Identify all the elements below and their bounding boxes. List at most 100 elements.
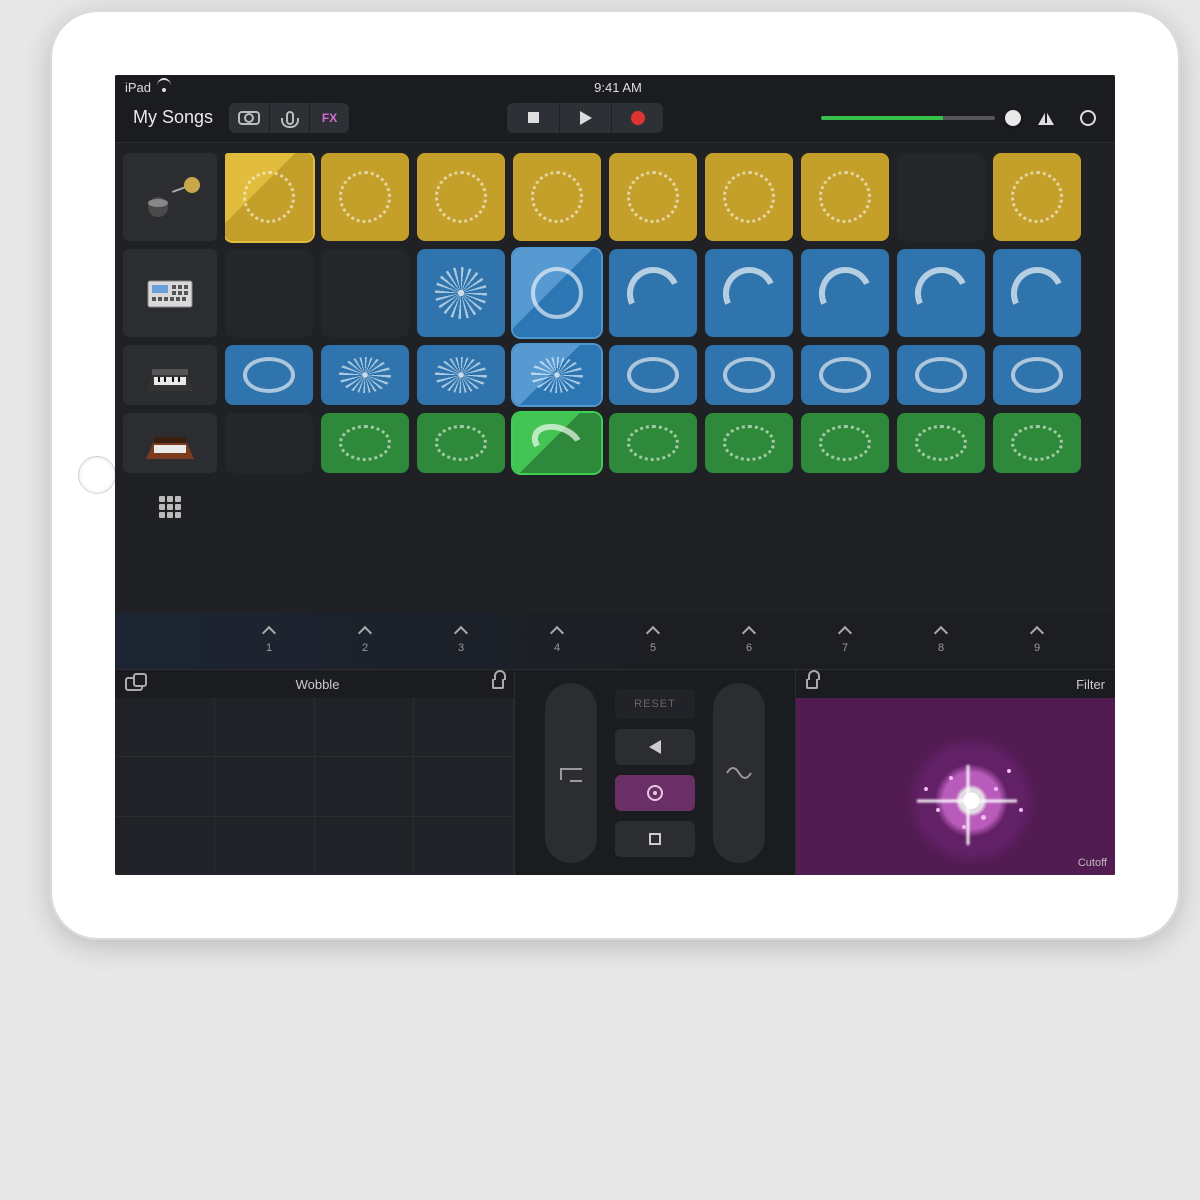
swap-fx-icon[interactable] [125, 677, 143, 691]
volume-knob[interactable] [1005, 110, 1021, 126]
loop-cell[interactable] [897, 249, 985, 337]
fx-right-axis-label: Cutoff [1078, 857, 1107, 869]
loop-cell[interactable] [417, 413, 505, 473]
column-triggers: 12 3 456 7 89 [115, 613, 1115, 669]
loop-cell[interactable] [993, 249, 1081, 337]
column-trigger[interactable]: 9 [993, 613, 1081, 669]
loop-cell[interactable] [225, 345, 313, 405]
loop-cell[interactable] [417, 345, 505, 405]
loop-cell[interactable] [321, 153, 409, 241]
track-header-synth[interactable] [123, 413, 217, 473]
loop-waveform-icon [339, 357, 392, 393]
metronome-button[interactable] [1029, 103, 1063, 133]
loop-waveform-icon [723, 425, 776, 461]
info-button[interactable] [1071, 103, 1105, 133]
loop-cell[interactable] [321, 249, 409, 337]
loop-cell[interactable] [513, 249, 601, 337]
loop-waveform-icon [531, 425, 584, 461]
loop-cell[interactable] [417, 153, 505, 241]
reset-button[interactable]: RESET [615, 689, 695, 719]
trigger-label: 7 [842, 642, 848, 654]
remix-fx-button[interactable] [123, 481, 217, 533]
reverse-button[interactable] [615, 729, 695, 765]
loop-cell[interactable] [993, 345, 1081, 405]
loop-cell[interactable] [609, 153, 697, 241]
loop-waveform-icon [915, 357, 968, 393]
loop-cell[interactable] [321, 413, 409, 473]
loop-cell[interactable] [321, 345, 409, 405]
loop-waveform-icon [627, 267, 680, 320]
fx-left-name: Wobble [296, 677, 340, 692]
loop-waveform-icon [819, 425, 872, 461]
loop-cell[interactable] [801, 345, 889, 405]
stop-fx-button[interactable] [615, 821, 695, 857]
scratch-button[interactable] [615, 775, 695, 811]
repeater-pad[interactable] [713, 683, 765, 863]
loop-grid [225, 153, 1115, 613]
stop-icon [528, 112, 539, 123]
loop-cell[interactable] [993, 413, 1081, 473]
column-trigger[interactable]: 2 [321, 613, 409, 669]
track-headers [115, 153, 225, 613]
stop-icon [649, 833, 661, 845]
loop-cell[interactable] [897, 345, 985, 405]
loop-cell[interactable] [897, 153, 985, 241]
lock-icon[interactable] [492, 679, 504, 689]
loop-cell[interactable] [801, 153, 889, 241]
loop-waveform-icon [531, 171, 584, 224]
home-button[interactable] [78, 456, 116, 494]
loop-cell[interactable] [513, 345, 601, 405]
play-button[interactable] [559, 103, 611, 133]
loop-cell[interactable] [801, 413, 889, 473]
fx-left-pad[interactable] [115, 698, 514, 875]
fx-right-pad[interactable]: Cutoff [796, 698, 1115, 875]
loop-cell[interactable] [513, 413, 601, 473]
loop-waveform-icon [435, 425, 488, 461]
chevron-up-icon [454, 626, 468, 640]
fx-view-button[interactable]: FX [309, 103, 349, 133]
loop-cell[interactable] [705, 413, 793, 473]
device-label: iPad [125, 80, 151, 95]
stop-button[interactable] [507, 103, 559, 133]
loop-waveform-icon [627, 171, 680, 224]
track-header-keys[interactable] [123, 345, 217, 405]
back-button[interactable]: My Songs [125, 107, 221, 128]
column-trigger[interactable]: 1 [225, 613, 313, 669]
loop-cell[interactable] [609, 345, 697, 405]
record-button[interactable] [611, 103, 663, 133]
live-loops-matrix [115, 143, 1115, 613]
column-trigger[interactable]: 8 [897, 613, 985, 669]
loop-cell[interactable] [609, 413, 697, 473]
column-trigger[interactable]: 4 [513, 613, 601, 669]
loop-cell[interactable] [609, 249, 697, 337]
loop-cell[interactable] [705, 153, 793, 241]
chevron-up-icon [262, 626, 276, 640]
browser-view-button[interactable] [229, 103, 269, 133]
loop-cell[interactable] [225, 153, 313, 241]
ipad-frame: iPad 9:41 AM My Songs FX [50, 10, 1180, 940]
mic-view-button[interactable] [269, 103, 309, 133]
loop-cell[interactable] [705, 345, 793, 405]
trigger-label: 3 [458, 642, 464, 654]
column-trigger[interactable]: 5 [609, 613, 697, 669]
column-trigger[interactable]: 6 [705, 613, 793, 669]
loop-cell[interactable] [897, 413, 985, 473]
loop-cell[interactable] [705, 249, 793, 337]
gater-pad[interactable] [545, 683, 597, 863]
column-trigger[interactable]: 7 [801, 613, 889, 669]
loop-cell[interactable] [513, 153, 601, 241]
loop-cell[interactable] [225, 413, 313, 473]
volume-slider[interactable] [821, 110, 1021, 126]
loop-cell[interactable] [225, 249, 313, 337]
track-header-sampler[interactable] [123, 249, 217, 337]
column-trigger[interactable]: 3 [417, 613, 505, 669]
loop-cell[interactable] [993, 153, 1081, 241]
track-header-drums[interactable] [123, 153, 217, 241]
lock-icon[interactable] [806, 679, 818, 689]
app-screen: iPad 9:41 AM My Songs FX [115, 75, 1115, 875]
loop-cell[interactable] [801, 249, 889, 337]
chevron-up-icon [1030, 626, 1044, 640]
loop-cell[interactable] [417, 249, 505, 337]
record-icon [631, 111, 645, 125]
loop-waveform-icon [723, 357, 776, 393]
